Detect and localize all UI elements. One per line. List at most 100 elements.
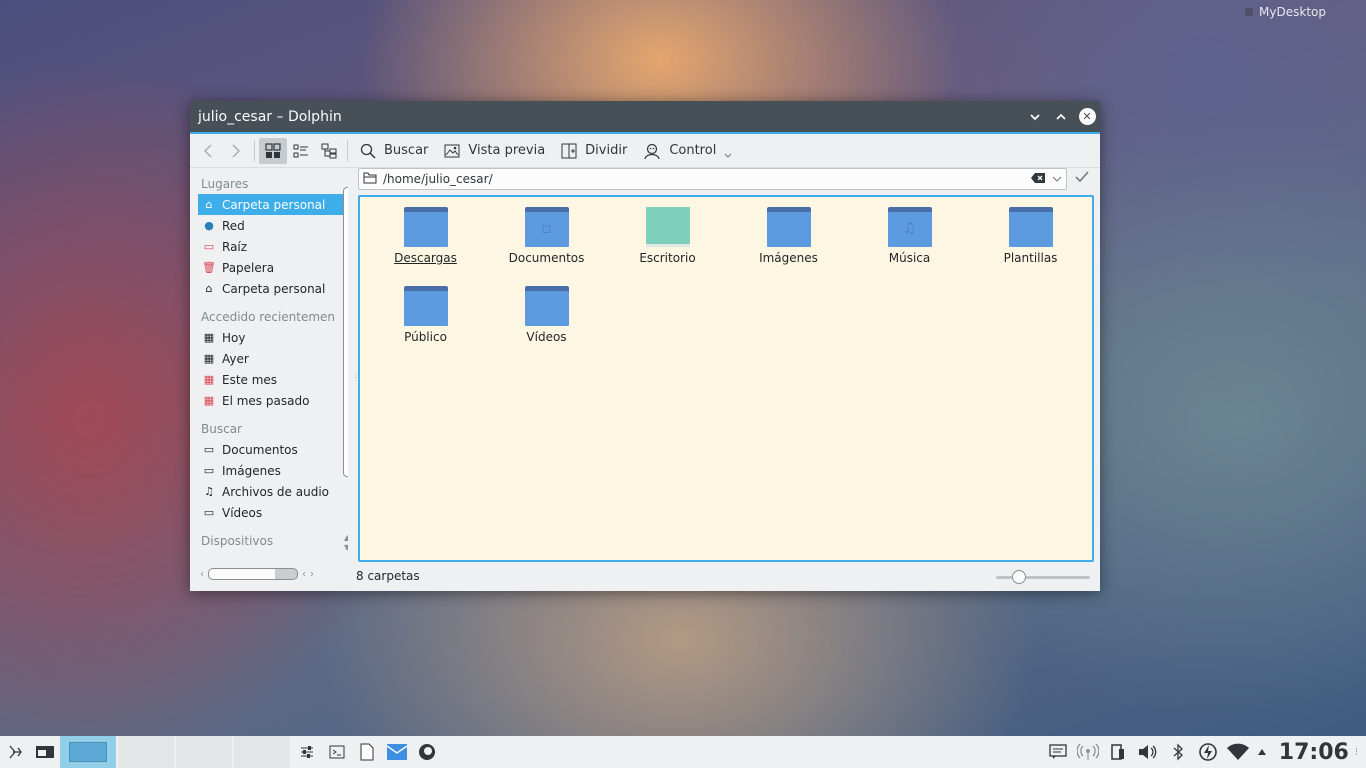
volume-button[interactable] [1133, 736, 1163, 768]
location-path[interactable]: /home/julio_cesar/ [383, 172, 1024, 186]
compact-view-button[interactable] [287, 138, 315, 164]
show-desktop-button[interactable] [30, 736, 60, 768]
horizontal-scrollbar[interactable] [208, 568, 298, 580]
panel-options-handle[interactable]: ⁝ [1355, 747, 1358, 758]
file-view[interactable]: Descargas ▫ Documentos Escritorio Imágenes ♫ M… [358, 195, 1094, 562]
place-item-this-month[interactable]: ▦ Este mes [198, 369, 348, 390]
desktop-label: MyDesktop [1245, 5, 1326, 19]
sidebar-scroll-arrows[interactable]: ▲ ▼ [344, 533, 348, 553]
place-item-home-2[interactable]: ⌂ Carpeta personal [198, 278, 348, 299]
place-item-network[interactable]: ● Red [198, 215, 348, 236]
place-item-home[interactable]: ⌂ Carpeta personal [198, 194, 348, 215]
settings-launcher[interactable] [292, 736, 322, 768]
window-thumbnail [69, 742, 107, 762]
zoom-slider[interactable] [996, 570, 1090, 584]
place-label: Raíz [222, 239, 248, 254]
titlebar[interactable]: julio_cesar – Dolphin ✕ [190, 101, 1100, 134]
file-name: Música [888, 251, 931, 265]
file-item[interactable]: ▫ Documentos [486, 207, 607, 286]
file-item[interactable]: Público [365, 286, 486, 365]
task-empty[interactable] [176, 736, 232, 768]
place-item-last-month[interactable]: ▦ El mes pasado [198, 390, 348, 411]
bluetooth-button[interactable] [1163, 736, 1193, 768]
details-view-button[interactable] [315, 138, 343, 164]
backspace-icon [1031, 172, 1045, 183]
clock[interactable]: 17:06 [1271, 740, 1355, 765]
places-panel: Lugares ⌂ Carpeta personal ● Red ▭ Raíz 🗑︎ P… [198, 171, 348, 571]
icons-view-button[interactable] [259, 137, 287, 164]
folder-outline-icon: ▭ [203, 464, 215, 477]
file-item[interactable]: Vídeos [486, 286, 607, 365]
close-button[interactable]: ✕ [1074, 104, 1100, 130]
task-empty[interactable] [234, 736, 290, 768]
search-section: Buscar ▭ Documentos ▭ Imágenes ♫ Archivos d… [198, 419, 348, 523]
file-item[interactable]: ♫ Música [849, 207, 970, 286]
terminal-launcher[interactable] [322, 736, 352, 768]
trash-icon: 🗑︎ [202, 261, 216, 274]
place-item-documents[interactable]: ▭ Documentos [198, 439, 348, 460]
preview-button[interactable]: Vista previa [436, 138, 553, 164]
text-editor-launcher[interactable] [352, 736, 382, 768]
toolbar-separator [347, 139, 348, 162]
place-item-images[interactable]: ▭ Imágenes [198, 460, 348, 481]
file-name: Plantillas [1003, 251, 1058, 265]
file-item[interactable]: Escritorio [607, 207, 728, 286]
scroll-left-icon[interactable]: ‹ [302, 569, 306, 580]
device-notifier-button[interactable] [1103, 736, 1133, 768]
folder-outline-icon: ▭ [203, 506, 215, 519]
location-history-dropdown[interactable] [1052, 172, 1062, 186]
close-icon: ✕ [1078, 108, 1096, 125]
browser-launcher[interactable] [412, 736, 442, 768]
mail-launcher[interactable] [382, 736, 412, 768]
place-item-yesterday[interactable]: ▦ Ayer [198, 348, 348, 369]
file-item[interactable]: Imágenes [728, 207, 849, 286]
check-icon [1075, 171, 1089, 183]
home-icon: ⌂ [205, 198, 213, 211]
scroll-up-icon[interactable]: ▲ [344, 533, 348, 543]
window-title: julio_cesar – Dolphin [198, 108, 342, 125]
back-button[interactable] [194, 138, 222, 164]
task-dolphin[interactable] [60, 736, 116, 768]
chevron-up-icon [1056, 113, 1066, 120]
place-item-videos[interactable]: ▭ Vídeos [198, 502, 348, 523]
place-label: Carpeta personal [222, 281, 326, 296]
task-empty[interactable] [118, 736, 174, 768]
maximize-button[interactable] [1048, 104, 1074, 130]
kde-connect-button[interactable] [1073, 736, 1103, 768]
triangle-up-icon [1257, 749, 1266, 755]
place-item-today[interactable]: ▦ Hoy [198, 327, 348, 348]
tray-expand-button[interactable] [1253, 736, 1271, 768]
mail-icon [386, 744, 408, 760]
minimize-button[interactable] [1022, 104, 1048, 130]
folder-icon [403, 207, 448, 247]
network-button[interactable] [1223, 736, 1253, 768]
clear-location-button[interactable] [1030, 172, 1046, 187]
search-button-label: Buscar [384, 143, 429, 158]
power-management-button[interactable] [1193, 736, 1223, 768]
control-button[interactable]: Control [635, 138, 740, 164]
location-bar[interactable]: /home/julio_cesar/ [358, 168, 1067, 190]
search-button[interactable]: Buscar [352, 138, 436, 164]
zoom-slider-handle[interactable] [1012, 570, 1026, 584]
folder-red-icon: ▭ [203, 240, 215, 253]
file-item[interactable]: Descargas [365, 207, 486, 286]
place-label: Imágenes [222, 463, 281, 478]
place-item-root[interactable]: ▭ Raíz [198, 236, 348, 257]
compact-view-icon [293, 144, 308, 157]
scroll-down-icon[interactable]: ▼ [344, 543, 348, 553]
sidebar-scrollbar[interactable] [343, 187, 348, 477]
place-item-trash[interactable]: 🗑︎ Papelera [198, 257, 348, 278]
forward-button[interactable] [222, 138, 250, 164]
file-item[interactable]: Plantillas [970, 207, 1091, 286]
split-button[interactable]: Dividir [553, 138, 635, 164]
application-launcher-button[interactable] [0, 736, 30, 768]
calendar-icon: ▦ [203, 331, 215, 344]
place-label: Hoy [222, 330, 246, 345]
notifications-button[interactable] [1043, 736, 1073, 768]
scroll-right-icon[interactable]: › [310, 569, 314, 580]
place-label: El mes pasado [222, 393, 310, 408]
place-item-audio[interactable]: ♫ Archivos de audio [198, 481, 348, 502]
scroll-left-icon[interactable]: ‹ [200, 569, 204, 580]
confirm-location-button[interactable] [1074, 170, 1090, 188]
sidebar-horizontal-scroll[interactable]: ‹ ‹ › [200, 567, 340, 581]
